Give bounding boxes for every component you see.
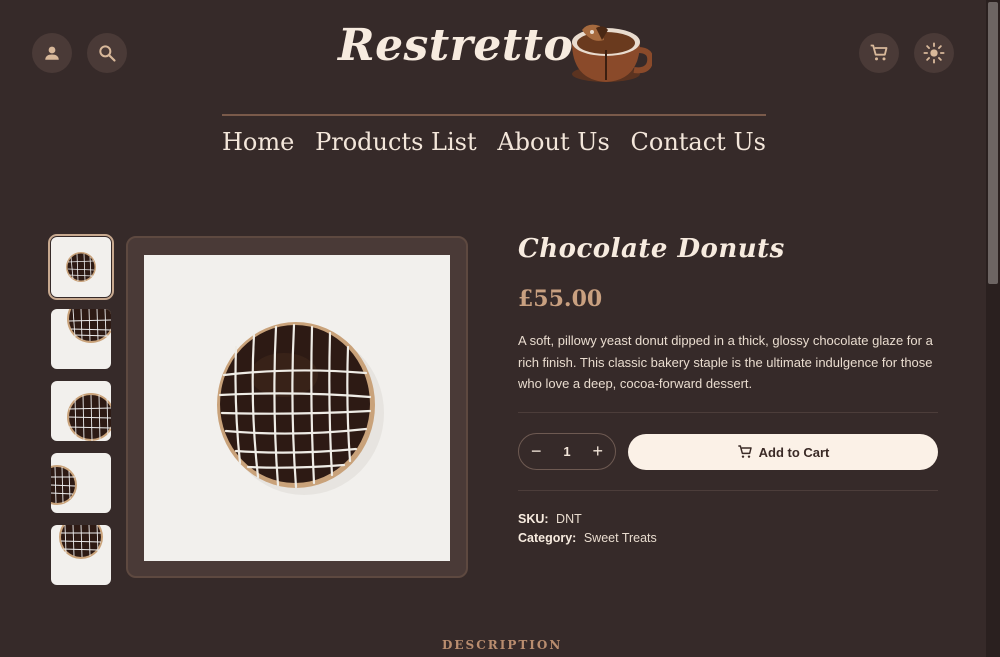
decrease-quantity-button[interactable]: −: [531, 441, 542, 462]
thumbnail-4[interactable]: [51, 453, 111, 513]
quantity-stepper: − 1 +: [518, 433, 616, 470]
donut-image: [67, 393, 111, 441]
category-label: Category:: [518, 531, 577, 545]
sku-row: SKU: DNT: [518, 512, 582, 526]
cart-button[interactable]: [859, 33, 899, 73]
donut-image: [217, 322, 384, 495]
thumbnail-1[interactable]: [48, 234, 114, 300]
nav-item-home[interactable]: Home: [222, 128, 294, 156]
search-icon: [99, 45, 116, 62]
product-main-image[interactable]: [144, 255, 450, 561]
category-value[interactable]: Sweet Treats: [584, 531, 657, 545]
thumbnail-3[interactable]: [51, 381, 111, 441]
site-logo[interactable]: Restretto: [338, 20, 573, 71]
donut-image: [67, 309, 111, 343]
increase-quantity-button[interactable]: +: [592, 441, 603, 462]
nav-item-products-list[interactable]: Products List: [315, 128, 477, 156]
nav-divider: [222, 114, 766, 116]
sku-label: SKU:: [518, 512, 549, 526]
user-icon: [45, 46, 59, 60]
coffee-cup-logo-icon: [572, 24, 652, 82]
donut-image: [66, 252, 96, 282]
add-to-cart-button[interactable]: Add to Cart: [628, 434, 938, 470]
tab-description[interactable]: DESCRIPTION: [442, 638, 562, 652]
product-price: £55.00: [518, 286, 603, 312]
cart-icon: [737, 445, 752, 458]
search-button[interactable]: [87, 33, 127, 73]
thumbnail-2[interactable]: [51, 309, 111, 369]
nav-item-about-us[interactable]: About Us: [497, 128, 609, 156]
divider: [518, 490, 938, 491]
theme-toggle-button[interactable]: [914, 33, 954, 73]
product-description: A soft, pillowy yeast donut dipped in a …: [518, 333, 933, 391]
account-button[interactable]: [32, 33, 72, 73]
add-to-cart-label: Add to Cart: [758, 444, 830, 460]
nav-item-contact-us[interactable]: Contact Us: [631, 128, 766, 156]
thumbnail-5[interactable]: [51, 525, 111, 585]
sun-icon: [923, 42, 945, 64]
donut-image: [59, 525, 103, 559]
sku-value: DNT: [556, 512, 582, 526]
divider: [518, 412, 938, 413]
scrollbar-thumb[interactable]: [988, 2, 998, 284]
main-nav: Home Products List About Us Contact Us: [222, 128, 766, 156]
donut-image: [51, 465, 77, 505]
quantity-value[interactable]: 1: [563, 444, 570, 459]
scrollbar[interactable]: [986, 0, 1000, 657]
cart-icon: [870, 44, 888, 61]
category-row: Category: Sweet Treats: [518, 531, 657, 545]
product-title: Chocolate Donuts: [518, 234, 785, 264]
